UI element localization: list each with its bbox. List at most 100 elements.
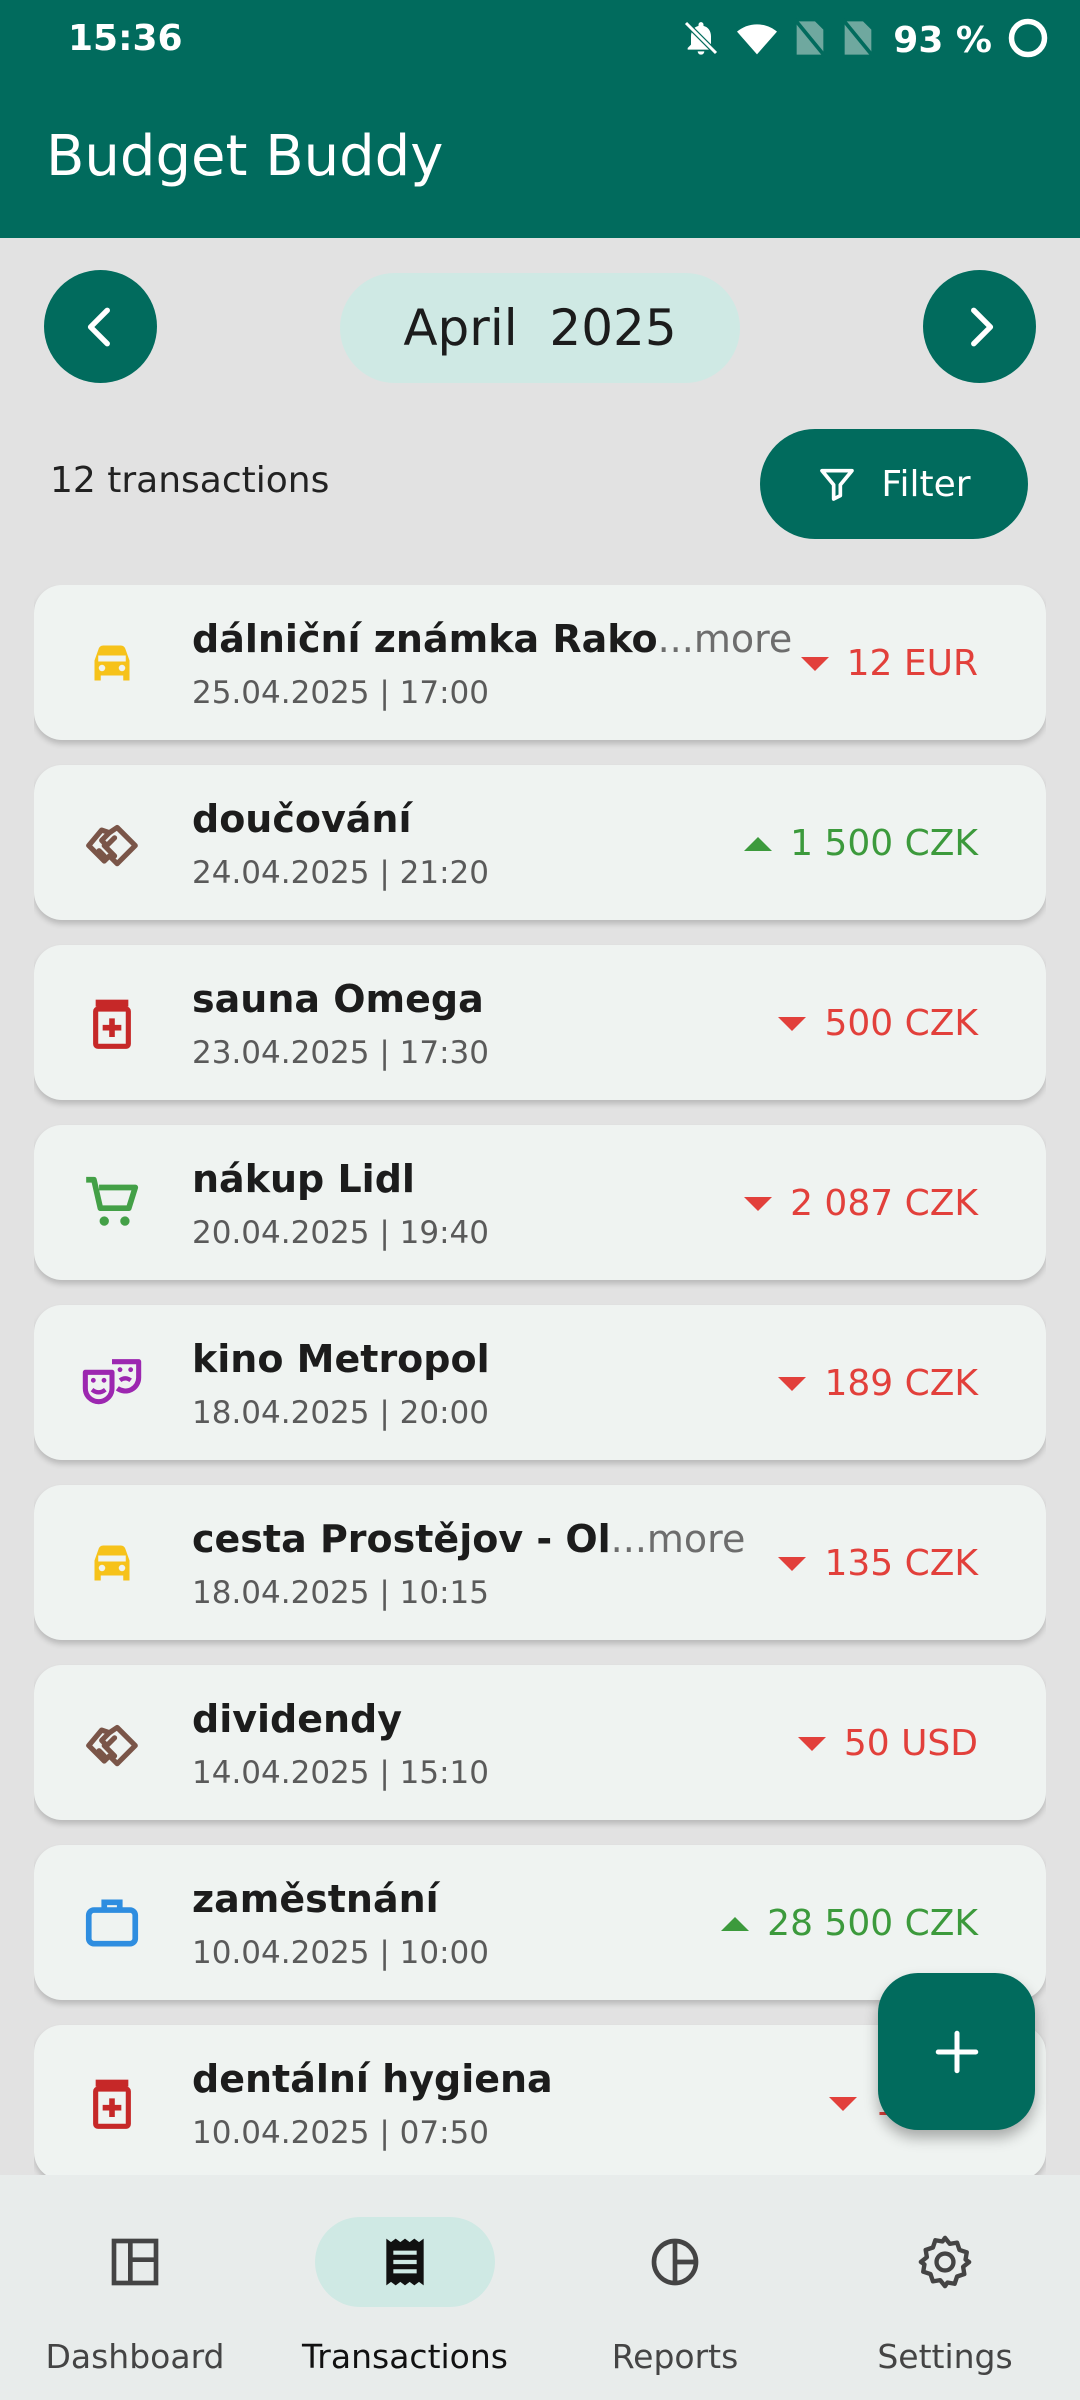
bell-off-icon [681, 18, 721, 62]
nav-label: Dashboard [45, 2337, 225, 2376]
funnel-icon [820, 468, 855, 501]
add-transaction-button[interactable] [878, 1973, 1035, 2130]
more-link[interactable]: ...more [611, 1517, 746, 1561]
transaction-card[interactable]: dálniční známka Rako...more 25.04.2025 | … [34, 585, 1046, 740]
previous-month-button[interactable] [44, 270, 157, 383]
next-month-button[interactable] [923, 270, 1036, 383]
car-icon [76, 1527, 148, 1599]
arrow-down-icon [778, 1016, 807, 1031]
transaction-date: 14.04.2025 | 15:10 [192, 1755, 489, 1791]
arrow-up-icon [744, 836, 773, 851]
arrow-up-icon [721, 1916, 750, 1931]
transaction-amount: 500 CZK [778, 1003, 978, 1044]
briefcase-icon [76, 1887, 148, 1959]
transaction-card[interactable]: sauna Omega 23.04.2025 | 17:30 500 CZK [34, 945, 1046, 1100]
transaction-amount: 2 087 CZK [744, 1183, 978, 1224]
transaction-card[interactable]: doučování 24.04.2025 | 21:20 1 500 CZK [34, 765, 1046, 920]
transaction-name: sauna Omega [192, 977, 484, 1021]
transaction-amount-value: 28 500 CZK [767, 1903, 978, 1944]
transaction-name: cesta Prostějov - Ol...more [192, 1517, 745, 1561]
transaction-card[interactable]: zaměstnání 10.04.2025 | 10:00 28 500 CZK [34, 1845, 1046, 2000]
more-link[interactable]: ...more [658, 617, 793, 661]
handshake-icon [76, 1707, 148, 1779]
car-icon [76, 627, 148, 699]
receipt-icon [315, 2217, 495, 2307]
nav-label: Reports [611, 2337, 739, 2376]
handshake-icon [76, 807, 148, 879]
no-sim-icon [841, 18, 875, 62]
transaction-name: doučování [192, 797, 411, 841]
transaction-card[interactable]: nákup Lidl 20.04.2025 | 19:40 2 087 CZK [34, 1125, 1046, 1280]
transaction-name-text: sauna Omega [192, 977, 484, 1021]
transaction-amount-value: 189 CZK [824, 1363, 978, 1404]
transaction-amount: 189 CZK [778, 1363, 978, 1404]
transaction-date: 10.04.2025 | 10:00 [192, 1935, 489, 1971]
transaction-amount: 12 EUR [800, 643, 978, 684]
arrow-down-icon [778, 1556, 807, 1571]
transaction-name: dentální hygiena [192, 2057, 553, 2101]
nav-label: Settings [877, 2337, 1013, 2376]
no-sim-icon [793, 18, 827, 62]
transaction-name-text: doučování [192, 797, 412, 841]
arrow-down-icon [744, 1196, 773, 1211]
pie-chart-icon [585, 2217, 765, 2307]
transaction-amount: 50 USD [797, 1723, 978, 1764]
transaction-date: 24.04.2025 | 21:20 [192, 855, 489, 891]
transaction-count: 12 transactions [50, 460, 330, 501]
transaction-name-text: dividendy [192, 1697, 403, 1741]
chevron-right-icon [970, 307, 993, 346]
transaction-date: 10.04.2025 | 07:50 [192, 2115, 489, 2151]
gear-icon [855, 2217, 1035, 2307]
transaction-name: dálniční známka Rako...more [192, 617, 792, 661]
theater-icon [76, 1347, 148, 1419]
medicine-icon [76, 987, 148, 1059]
transaction-card[interactable]: kino Metropol 18.04.2025 | 20:00 189 CZK [34, 1305, 1046, 1460]
transaction-amount-value: 500 CZK [824, 1003, 978, 1044]
nav-item-transactions[interactable]: Transactions [270, 2175, 540, 2400]
transaction-amount-value: 50 USD [843, 1723, 978, 1764]
month-navigation: April 2025 [0, 270, 1080, 385]
bottom-navigation: Dashboard Transactions Reports Settings [0, 2175, 1080, 2400]
cart-icon [76, 1167, 148, 1239]
arrow-down-icon [778, 1376, 807, 1391]
plus-icon [935, 2030, 978, 2073]
transaction-name: dividendy [192, 1697, 402, 1741]
transaction-name-text: nákup Lidl [192, 1157, 415, 1201]
nav-label: Transactions [302, 2337, 508, 2376]
dashboard-icon [45, 2217, 225, 2307]
transaction-name-text: zaměstnání [192, 1877, 439, 1921]
arrow-down-icon [797, 1736, 826, 1751]
status-bar: 15:36 93 % [0, 0, 1080, 80]
chevron-left-icon [87, 307, 110, 346]
transaction-amount-value: 135 CZK [824, 1543, 978, 1584]
nav-item-reports[interactable]: Reports [540, 2175, 810, 2400]
transaction-date: 23.04.2025 | 17:30 [192, 1035, 489, 1071]
transaction-amount: 1 500 CZK [744, 823, 978, 864]
wifi-icon [735, 18, 779, 62]
transaction-date: 18.04.2025 | 10:15 [192, 1575, 489, 1611]
arrow-down-icon [828, 2096, 857, 2111]
arrow-down-icon [800, 656, 829, 671]
transaction-date: 25.04.2025 | 17:00 [192, 675, 489, 711]
filter-button[interactable]: Filter [760, 429, 1028, 539]
nav-item-dashboard[interactable]: Dashboard [0, 2175, 270, 2400]
transaction-name: kino Metropol [192, 1337, 490, 1381]
transaction-name-text: dálniční známka Rako [192, 617, 658, 661]
transaction-card[interactable]: cesta Prostějov - Ol...more 18.04.2025 | … [34, 1485, 1046, 1640]
transaction-amount-value: 12 EUR [846, 643, 978, 684]
transaction-card[interactable]: dividendy 14.04.2025 | 15:10 50 USD [34, 1665, 1046, 1820]
current-month-label[interactable]: April 2025 [340, 273, 740, 383]
transaction-name-text: kino Metropol [192, 1337, 490, 1381]
status-time: 15:36 [68, 18, 183, 59]
transaction-date: 20.04.2025 | 19:40 [192, 1215, 489, 1251]
transaction-name-text: dentální hygiena [192, 2057, 553, 2101]
transaction-name-text: cesta Prostějov - Ol [192, 1517, 611, 1561]
transaction-amount-value: 2 087 CZK [790, 1183, 978, 1224]
transaction-amount: 28 500 CZK [721, 1903, 978, 1944]
transaction-amount-value: 1 500 CZK [790, 823, 978, 864]
transaction-date: 18.04.2025 | 20:00 [192, 1395, 489, 1431]
filter-button-label: Filter [881, 463, 971, 505]
battery-percentage: 93 % [893, 19, 992, 61]
transaction-list[interactable]: dálniční známka Rako...more 25.04.2025 | … [34, 585, 1046, 2175]
nav-item-settings[interactable]: Settings [810, 2175, 1080, 2400]
